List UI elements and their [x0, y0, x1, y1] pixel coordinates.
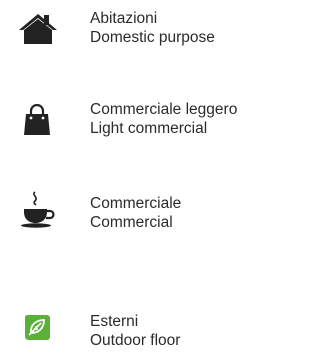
outdoor-label-en: Outdoor floor	[90, 332, 181, 349]
domestic-label-en: Domestic purpose	[90, 29, 215, 46]
commercial-label-en: Commercial	[90, 214, 173, 231]
light-commercial-label-it: Commerciale leggero	[90, 101, 238, 118]
shopping-bag-icon	[24, 104, 50, 135]
coffee-cup-icon	[21, 191, 55, 228]
house-icon	[19, 14, 57, 44]
domestic-label-it: Abitazioni	[90, 10, 158, 27]
list-item-domestic: Abitazioni Domestic purpose	[0, 0, 275, 60]
list-item-light-commercial: Commerciale leggero Light commercial	[0, 90, 275, 150]
leaf-icon	[24, 315, 50, 340]
light-commercial-label-en: Light commercial	[90, 120, 208, 137]
outdoor-label-it: Esterni	[90, 313, 139, 330]
list-item-outdoor: Esterni Outdoor floor	[0, 300, 275, 359]
commercial-label-it: Commerciale	[90, 195, 182, 212]
list-item-commercial: Commerciale Commercial	[0, 182, 275, 242]
